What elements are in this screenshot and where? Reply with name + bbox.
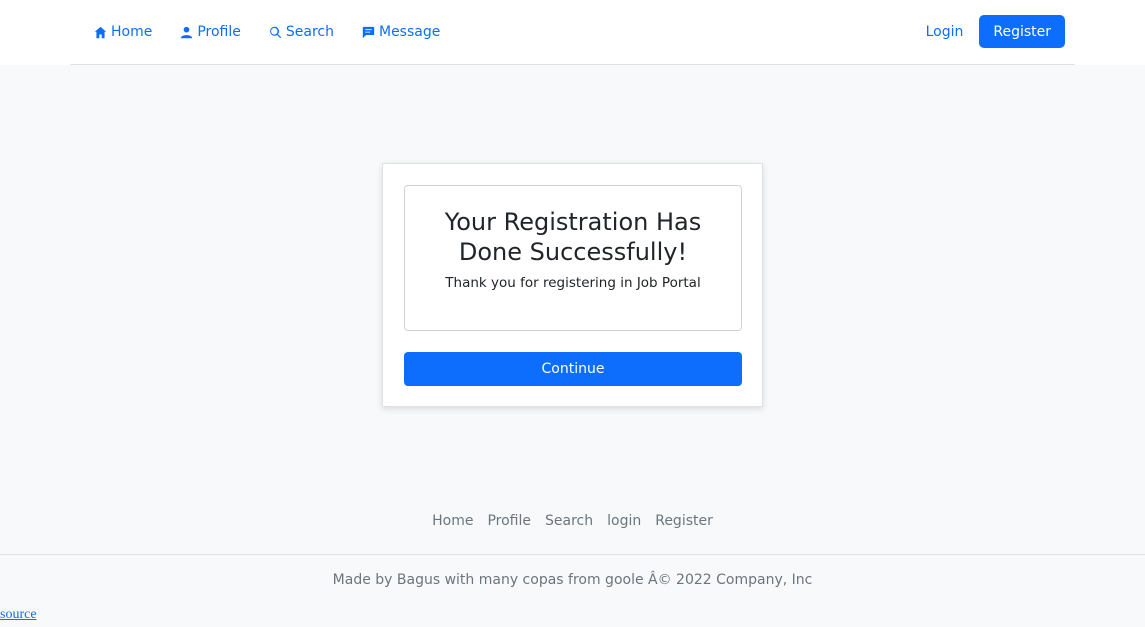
footer-link-home[interactable]: Home	[425, 513, 480, 535]
user-icon	[181, 26, 193, 38]
footer-link-search[interactable]: Search	[538, 513, 600, 535]
success-subtitle: Thank you for registering in Job Portal	[445, 275, 701, 291]
nav-message-link[interactable]: Message	[362, 20, 440, 44]
home-icon	[94, 26, 107, 38]
footer-divider	[0, 554, 1145, 555]
copyright-text: Made by Bagus with many copas from goole…	[332, 572, 813, 588]
success-title: Your Registration Has Done Successfully!	[444, 208, 702, 266]
register-button[interactable]: Register	[979, 15, 1065, 48]
footer-link-login[interactable]: login	[600, 513, 648, 535]
nav-home-link[interactable]: Home	[94, 20, 152, 44]
navbar-container: Home Profile Search Message Login Regist…	[70, 0, 1075, 65]
auth-buttons: Login Register	[914, 15, 1065, 48]
footer-link-profile[interactable]: Profile	[480, 513, 538, 535]
nav-search-label: Search	[285, 24, 334, 40]
footer-nav: Home Profile Search login Register	[0, 513, 1145, 535]
source-link[interactable]: source	[0, 607, 37, 623]
search-icon	[269, 26, 282, 38]
top-navbar: Home Profile Search Message Login Regist…	[0, 0, 1145, 65]
nav-profile-link[interactable]: Profile	[180, 20, 241, 44]
footer-link-register[interactable]: Register	[648, 513, 720, 535]
nav-home-label: Home	[111, 24, 153, 40]
success-message-box: Your Registration Has Done Successfully!…	[404, 185, 742, 331]
continue-button[interactable]: Continue	[404, 352, 742, 386]
registration-success-card: Your Registration Has Done Successfully!…	[382, 163, 763, 407]
message-icon	[362, 26, 375, 38]
nav-profile-label: Profile	[197, 24, 241, 40]
login-button[interactable]: Login	[914, 18, 976, 46]
nav-message-label: Message	[378, 24, 441, 40]
main-nav: Home Profile Search Message	[94, 20, 468, 44]
nav-search-link[interactable]: Search	[269, 20, 334, 44]
